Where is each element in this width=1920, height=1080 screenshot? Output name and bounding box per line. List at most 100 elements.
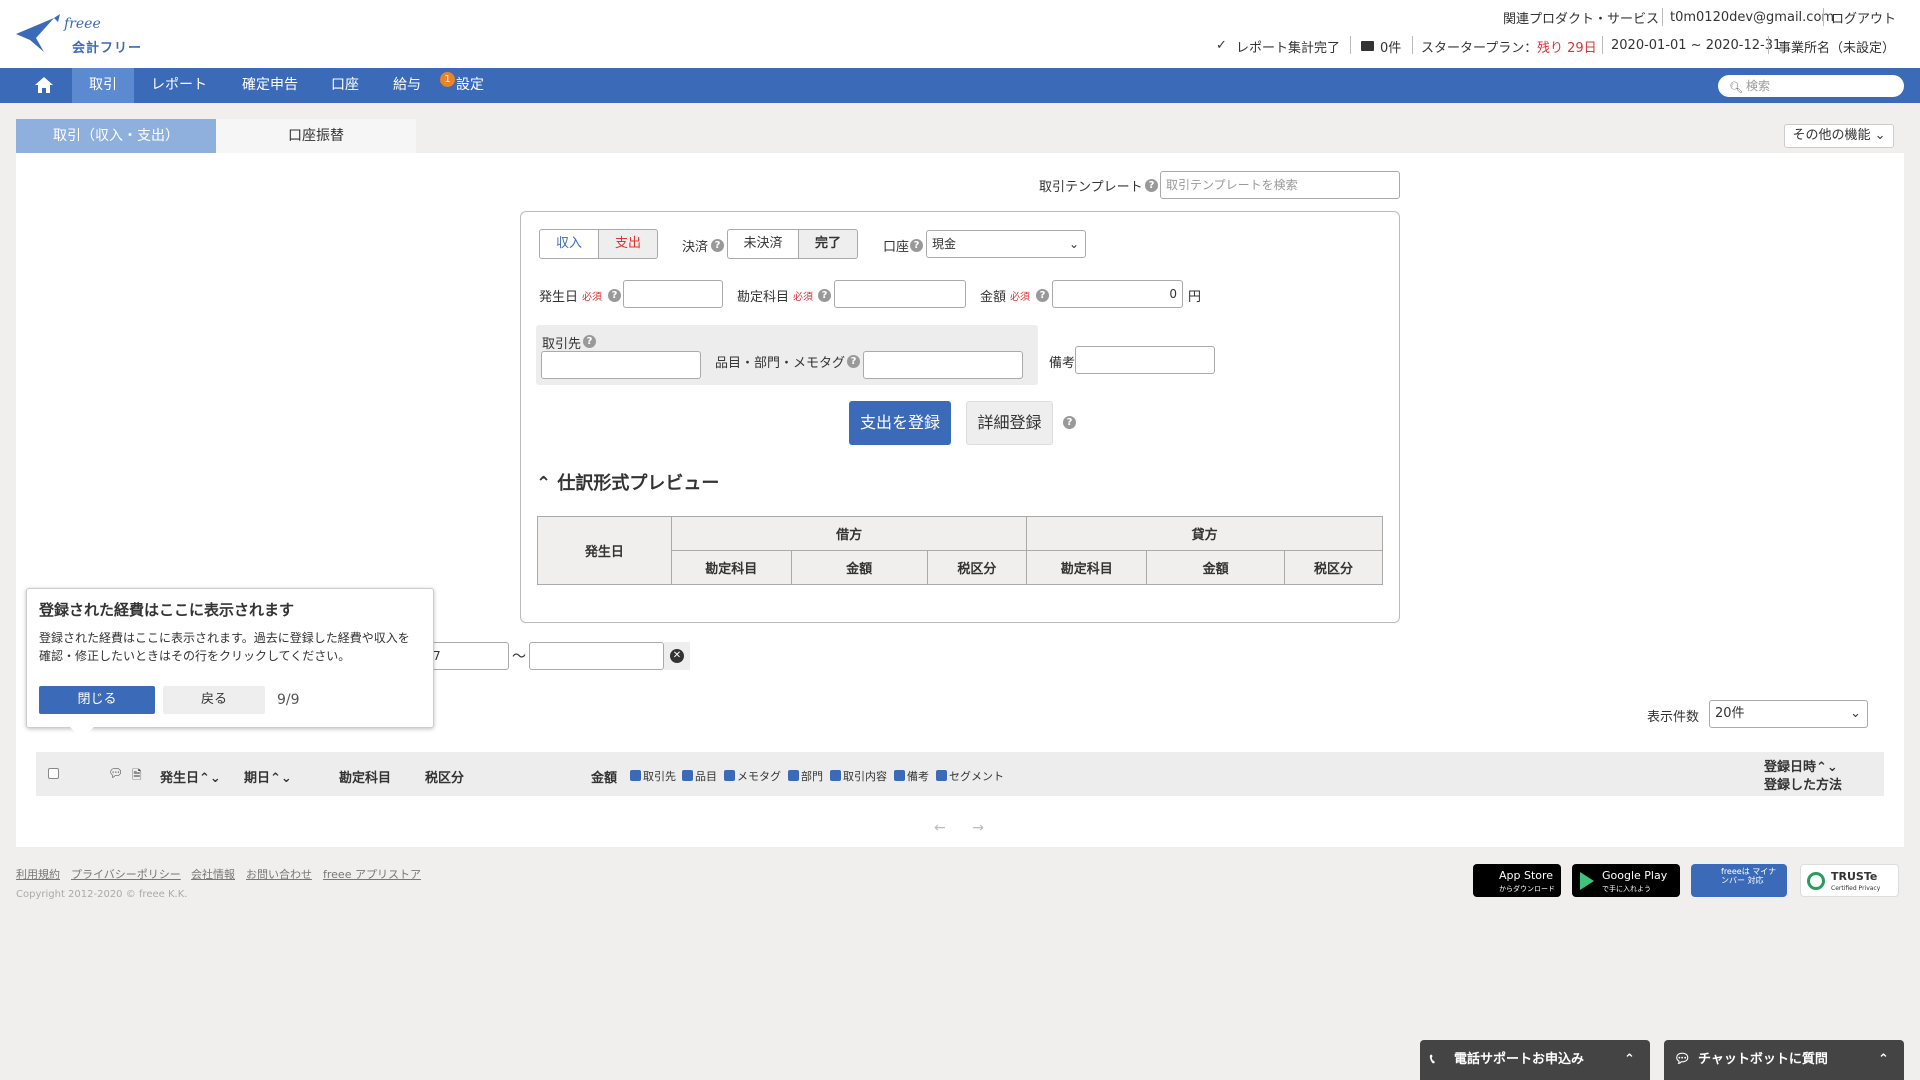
toggle-partner[interactable]: 取引先: [630, 768, 676, 784]
sort-registered-at[interactable]: 登録日時⌃⌄: [1764, 756, 1838, 775]
toggle-note[interactable]: 備考: [894, 768, 929, 784]
income-toggle[interactable]: 収入: [539, 229, 599, 259]
chatbot-bar[interactable]: 💬︎ チャットボットに質問 ⌃: [1664, 1040, 1904, 1080]
note-input[interactable]: [1075, 346, 1215, 374]
help-icon[interactable]: ?: [1145, 179, 1158, 192]
help-icon[interactable]: ?: [910, 239, 923, 252]
checkbox-checked[interactable]: [630, 770, 641, 781]
partner-input[interactable]: [541, 351, 701, 379]
template-label: 取引テンプレート: [1039, 180, 1143, 195]
toggle-segment[interactable]: セグメント: [936, 768, 1004, 784]
freee-logo[interactable]: freee 会計フリー: [14, 12, 144, 58]
nav-account[interactable]: 口座: [322, 68, 368, 103]
help-icon[interactable]: ?: [583, 335, 596, 348]
checkbox-checked[interactable]: [724, 770, 735, 781]
nav-payroll[interactable]: 給与: [382, 68, 432, 103]
detail-register-button[interactable]: 詳細登録: [966, 401, 1053, 445]
popover-step-count: 9/9: [277, 692, 300, 708]
nav-report[interactable]: レポート: [144, 68, 214, 103]
divider: [1823, 8, 1824, 26]
plan-label[interactable]: スタータープラン：: [1421, 37, 1537, 56]
toggle-description[interactable]: 取引内容: [830, 768, 887, 784]
help-icon[interactable]: ?: [1036, 289, 1049, 302]
tutorial-popover: 登録された経費はここに表示されます 登録された経費はここに表示されます。過去に登…: [26, 588, 434, 728]
footer-link-terms[interactable]: 利用規約: [16, 866, 60, 882]
account-item-input[interactable]: [834, 280, 966, 308]
amount-input[interactable]: 0: [1052, 280, 1183, 308]
other-functions-button[interactable]: その他の機能 ⌄: [1784, 124, 1894, 148]
tab-transfer[interactable]: 口座振替: [216, 119, 416, 153]
comment-icon[interactable]: 💬︎: [108, 766, 123, 780]
truste-badge[interactable]: TRUSTe Certified Privacy: [1800, 864, 1899, 897]
preview-title-text: 仕訳形式プレビュー: [557, 473, 720, 494]
popover-close-button[interactable]: 閉じる: [39, 686, 155, 714]
toggle-memo-tag[interactable]: メモタグ: [724, 768, 781, 784]
preview-credit-header: 貸方: [1026, 516, 1383, 551]
clear-filter-button[interactable]: ✕: [664, 642, 690, 670]
toggle-department[interactable]: 部門: [788, 768, 823, 784]
mynumber-badge[interactable]: freeeは マイナンバー 対応: [1691, 864, 1787, 897]
checkbox-checked[interactable]: [788, 770, 799, 781]
expense-toggle[interactable]: 支出: [598, 229, 658, 259]
nav-trade[interactable]: 取引: [72, 68, 134, 103]
nav-settings[interactable]: 設定: [450, 68, 490, 103]
checkbox-checked[interactable]: [830, 770, 841, 781]
per-page-select[interactable]: 20件 ⌄: [1709, 700, 1868, 728]
next-page-icon[interactable]: →: [972, 820, 984, 836]
receipt-icon[interactable]: 🗎: [132, 766, 142, 787]
sort-issue-date[interactable]: 発生日⌃⌄: [160, 767, 221, 786]
user-email[interactable]: t0m0120dev@gmail.com: [1670, 10, 1834, 25]
help-icon[interactable]: ?: [1063, 416, 1076, 429]
footer-link-contact[interactable]: お問い合わせ: [246, 866, 312, 882]
google-play-sub: で手に入れよう: [1602, 885, 1651, 893]
prev-page-icon[interactable]: ←: [934, 820, 946, 836]
help-icon[interactable]: ?: [847, 355, 860, 368]
copyright: Copyright 2012-2020 © freee K.K.: [16, 889, 188, 900]
select-all-checkbox[interactable]: [48, 768, 59, 779]
plan-remaining[interactable]: 残り 29日: [1537, 37, 1597, 56]
help-icon[interactable]: ?: [608, 289, 621, 302]
column-tax: 税区分: [425, 771, 465, 786]
date-input[interactable]: [623, 280, 723, 308]
app-store-badge[interactable]: App Store からダウンロード: [1473, 864, 1561, 897]
tab-trade[interactable]: 取引（収入・支出）: [16, 119, 216, 153]
preview-debit-amount: 金額: [790, 550, 928, 585]
footer-link-appstore[interactable]: freee アプリストア: [323, 866, 421, 882]
logout-link[interactable]: ログアウト: [1831, 8, 1896, 27]
filter-date-from[interactable]: 7: [427, 642, 509, 670]
chevron-down-icon: ⌄: [1850, 706, 1861, 721]
help-icon[interactable]: ?: [818, 289, 831, 302]
preview-credit-amount: 金額: [1146, 550, 1286, 585]
filter-date-to[interactable]: [529, 642, 664, 670]
popover-back-button[interactable]: 戻る: [163, 686, 265, 714]
settled-toggle[interactable]: 完了: [798, 229, 858, 259]
help-icon[interactable]: ?: [711, 239, 724, 252]
sort-due-date[interactable]: 期日⌃⌄: [244, 767, 292, 786]
register-expense-button[interactable]: 支出を登録: [849, 401, 951, 445]
google-play-badge[interactable]: Google Play で手に入れよう: [1572, 864, 1680, 897]
preview-title[interactable]: ⌃ 仕訳形式プレビュー: [536, 469, 719, 495]
toggle-item[interactable]: 品目: [682, 768, 717, 784]
report-status[interactable]: レポート集計完了: [1236, 37, 1340, 56]
fiscal-period[interactable]: 2020-01-01 ~ 2020-12-31: [1611, 38, 1781, 53]
popover-body: 登録された経費はここに表示されます。過去に登録した経費や収入を確認・修正したいと…: [39, 631, 410, 663]
footer-link-privacy[interactable]: プライバシーポリシー: [71, 866, 181, 882]
message-count[interactable]: 0件: [1380, 37, 1401, 56]
account-value: 現金: [932, 237, 957, 251]
home-icon[interactable]: [22, 68, 66, 103]
partner-label: 取引先: [542, 337, 582, 352]
checkbox-checked[interactable]: [936, 770, 947, 781]
office-name[interactable]: 事業所名（未設定）: [1778, 37, 1895, 56]
nav-tax-return[interactable]: 確定申告: [232, 68, 308, 103]
checkbox-checked[interactable]: [682, 770, 693, 781]
search-input[interactable]: 検索: [1718, 75, 1904, 97]
related-products-link[interactable]: 関連プロダクト・サービス: [1503, 8, 1659, 27]
item-input[interactable]: [863, 351, 1023, 379]
per-page-label: 表示件数: [1647, 710, 1700, 725]
unsettled-toggle[interactable]: 未決済: [727, 229, 799, 259]
template-search-input[interactable]: 取引テンプレートを検索: [1160, 171, 1400, 199]
checkbox-checked[interactable]: [894, 770, 905, 781]
phone-support-bar[interactable]: 📞︎ 電話サポートお申込み ⌃: [1420, 1040, 1650, 1080]
account-select[interactable]: 現金 ⌄: [926, 230, 1086, 258]
footer-link-company[interactable]: 会社情報: [191, 866, 235, 882]
